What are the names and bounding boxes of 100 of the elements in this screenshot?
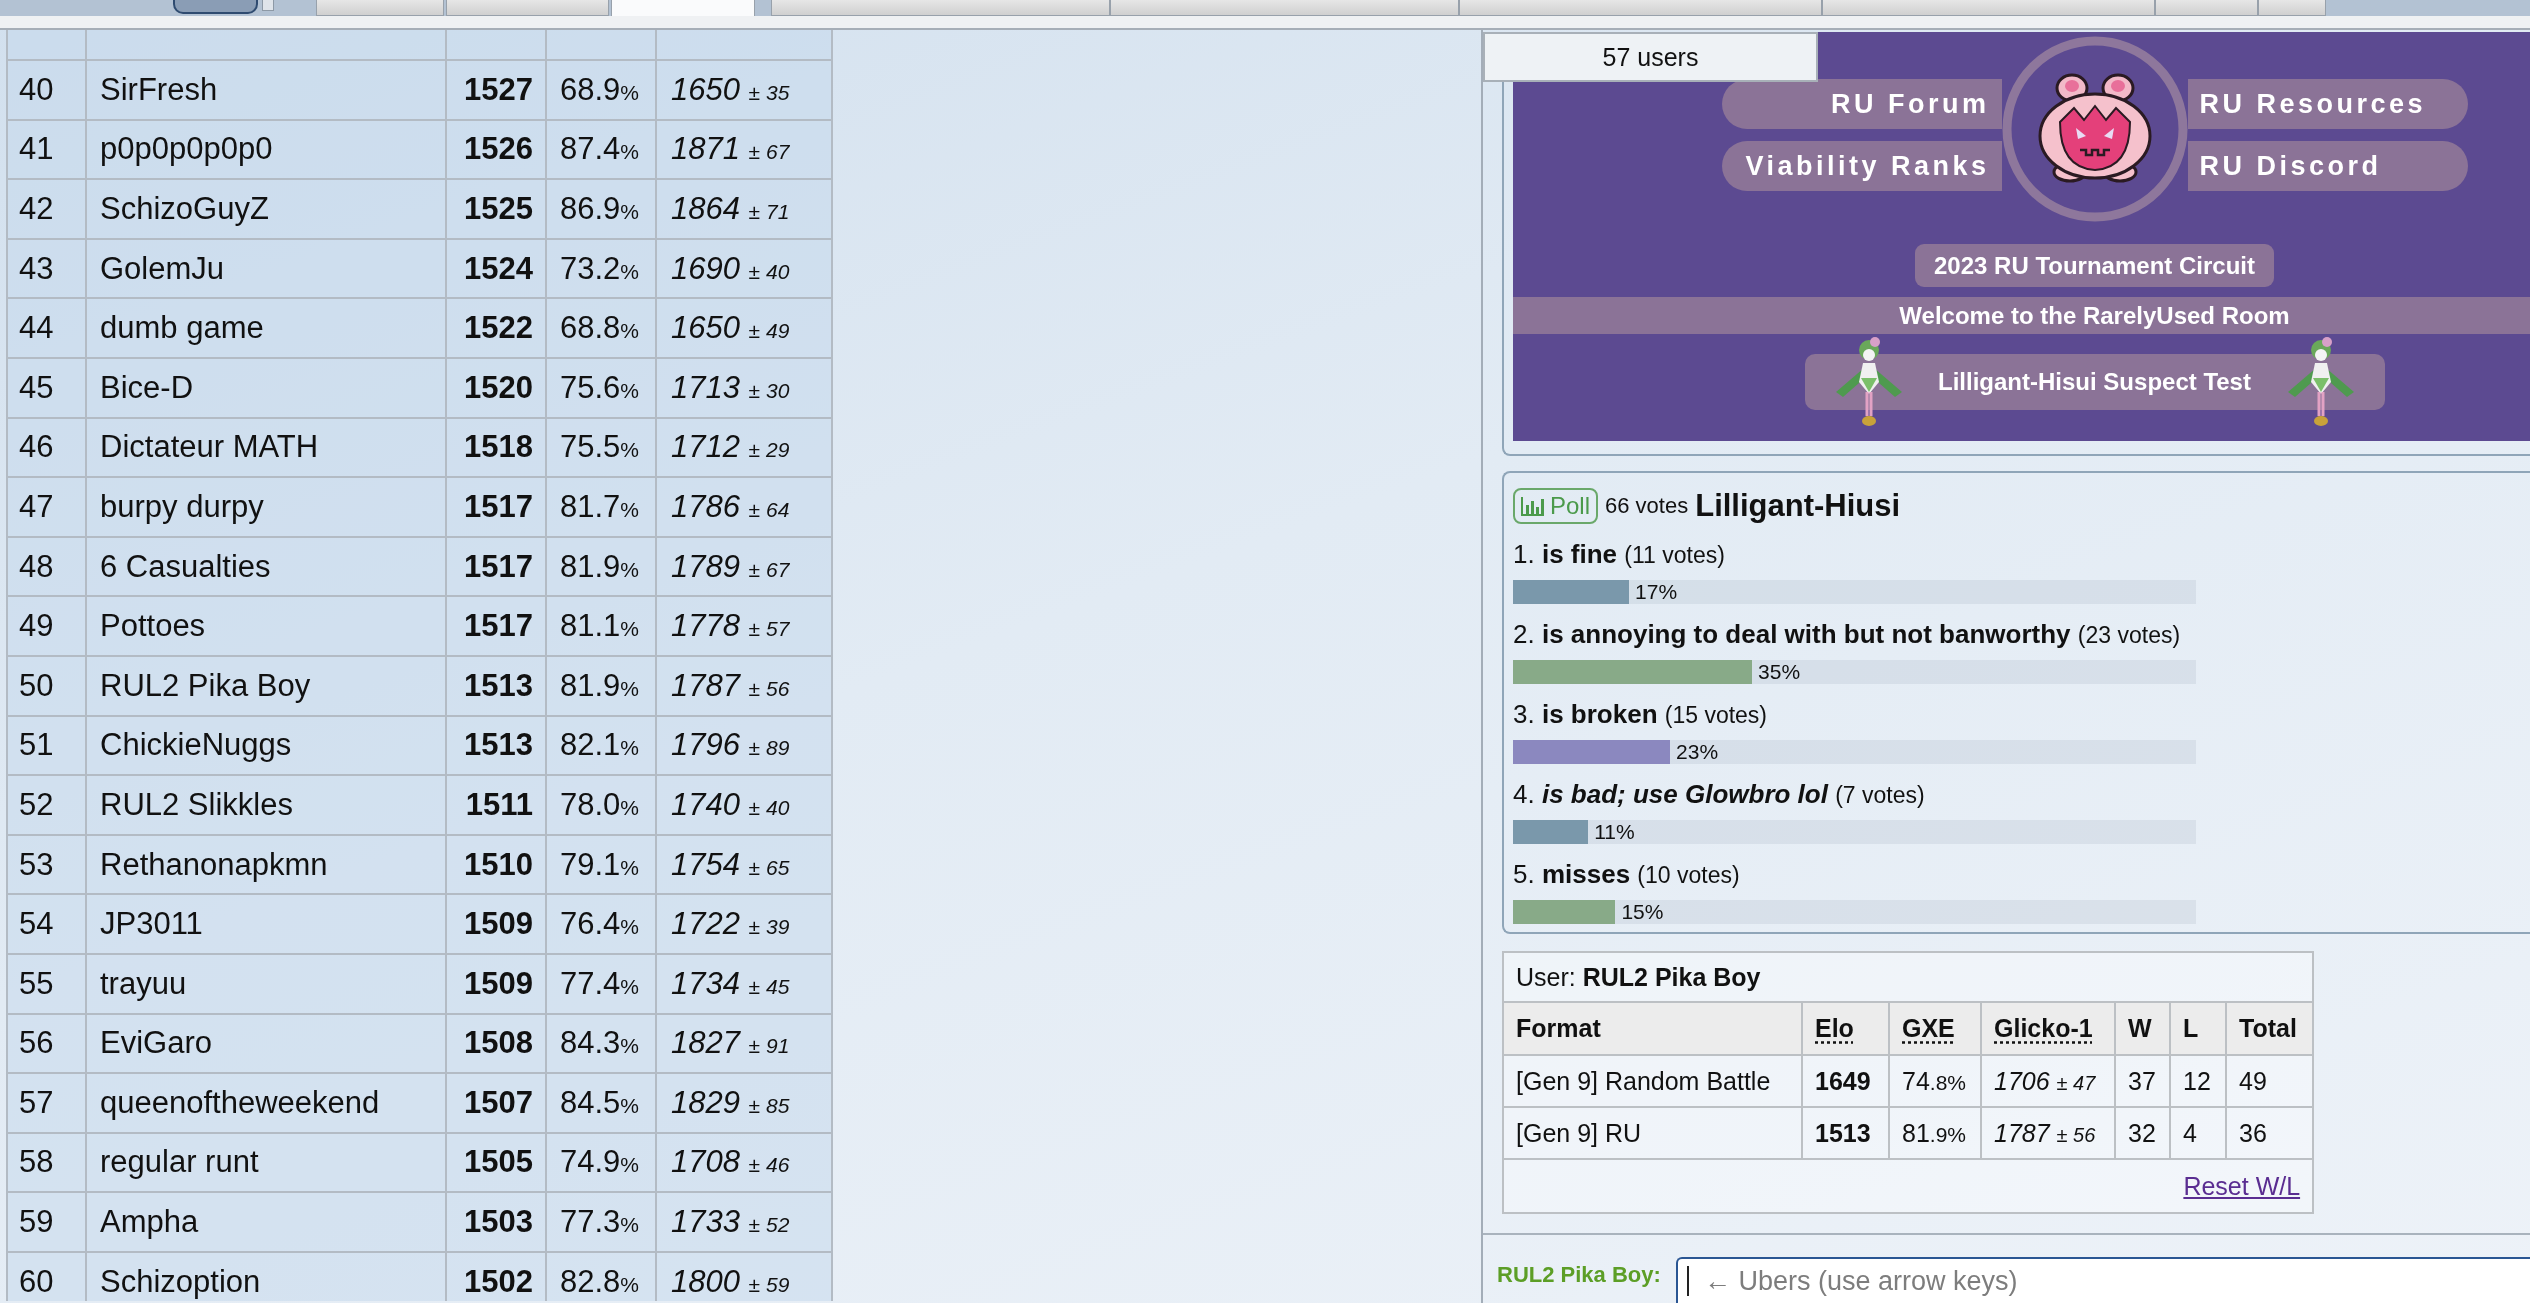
elo-rating: 1507 — [446, 1073, 546, 1133]
tab[interactable] — [316, 0, 444, 16]
glicko-rating: 1796 ± 89 — [656, 715, 832, 776]
gxe-percentage: 78.0% — [546, 775, 656, 835]
player-name: EviGaro — [86, 1013, 446, 1074]
wins-count: 37 — [2115, 1055, 2170, 1107]
chat-input[interactable]: ← Ubers (use arrow keys) — [1676, 1257, 2530, 1303]
glicko-rating: 1708 ± 46 — [656, 1132, 832, 1193]
elo-rating: 1649 — [1802, 1055, 1889, 1107]
gxe-percentage: 84.5% — [546, 1073, 656, 1133]
tab[interactable] — [1822, 0, 2155, 16]
glicko-rating: 1789 ± 67 — [656, 536, 832, 597]
rank-number: 55 — [7, 953, 86, 1014]
username-label: RUL2 Pika Boy: — [1497, 1262, 1662, 1288]
room-link[interactable]: RU Discord — [2187, 141, 2468, 191]
elo-rating: 1524 — [446, 238, 546, 299]
glicko-rating: 1871 ± 67 — [656, 119, 832, 180]
player-name: GolemJu — [86, 238, 446, 299]
elo-rating: 1509 — [446, 894, 546, 954]
player-name: dumb game — [86, 298, 446, 358]
result-percent: 23% — [1676, 740, 1719, 764]
small-square-button[interactable] — [262, 0, 274, 11]
gxe-percentage: 74.8% — [1889, 1055, 1981, 1107]
elo-rating: 1513 — [446, 655, 546, 716]
gxe-percentage: 84.3% — [546, 1013, 656, 1074]
glicko-rating: 1722 ± 39 — [656, 894, 832, 954]
glicko-rating: 1690 ± 40 — [656, 238, 832, 299]
room-link[interactable]: Viability Ranks — [1721, 141, 2002, 191]
elo-rating: 1508 — [446, 1013, 546, 1074]
player-name: SirFresh — [86, 60, 446, 120]
tab[interactable] — [446, 0, 609, 16]
rank-number: 42 — [7, 179, 86, 239]
elo-rating: 1525 — [446, 179, 546, 239]
format-name: [Gen 9] Random Battle — [1503, 1055, 1802, 1107]
gxe-percentage: 68.8% — [546, 298, 656, 358]
gxe-percentage: 75.5% — [546, 417, 656, 478]
reset-link[interactable]: Reset W/L — [2183, 1171, 2301, 1200]
rank-number: 40 — [7, 60, 86, 120]
elo-rating: 1522 — [446, 298, 546, 358]
elo-rating: 1527 — [446, 60, 546, 120]
player-name: 6 Casualties — [86, 536, 446, 597]
tab[interactable] — [2155, 0, 2258, 16]
elo-rating: 1517 — [446, 536, 546, 597]
tab[interactable] — [1110, 0, 1459, 16]
header-button[interactable] — [173, 0, 258, 14]
vote-count: 66 votes — [1605, 493, 1689, 519]
gxe-percentage: 77.3% — [546, 1192, 656, 1252]
poll-option: 1. is fine (11 votes) — [1513, 539, 1725, 570]
tab[interactable] — [1459, 0, 1822, 16]
glicko-rating: 1778 ± 57 — [656, 596, 832, 656]
gxe-percentage: 73.2% — [546, 238, 656, 299]
tab[interactable] — [2258, 0, 2326, 16]
column-header: Elo — [1802, 1002, 1889, 1055]
player-name: regular runt — [86, 1132, 446, 1193]
rank-number: 41 — [7, 119, 86, 180]
room-link[interactable]: RU Resources — [2187, 79, 2468, 129]
result-percent: 15% — [1621, 900, 1664, 924]
player-name: p0p0p0p0p0 — [86, 119, 446, 180]
column-header: L — [2170, 1002, 2226, 1055]
rank-number: 48 — [7, 536, 86, 597]
suspect-test-link[interactable]: Lilligant-Hisui Suspect Test — [1804, 336, 2385, 427]
welcome-banner: Welcome to the RarelyUsed Room — [1513, 297, 2530, 334]
result-percent: 11% — [1594, 820, 1635, 844]
elo-rating: 1513 — [446, 715, 546, 776]
rank-number: 51 — [7, 715, 86, 776]
elo-rating: 1513 — [1802, 1107, 1889, 1159]
poll-option: 3. is broken (15 votes) — [1513, 699, 1767, 730]
column-header: Glicko-1 — [1981, 1002, 2115, 1055]
player-name: trayuu — [86, 953, 446, 1014]
elo-rating: 1511 — [446, 775, 546, 835]
glicko-rating: 1787 ± 56 — [1981, 1107, 2115, 1159]
elo-rating: 1517 — [446, 596, 546, 656]
room-link[interactable]: RU Forum — [1721, 79, 2002, 129]
player-name: SchizoGuyZ — [86, 179, 446, 239]
player-name: Bice-D — [86, 357, 446, 418]
glicko-rating: 1734 ± 45 — [656, 953, 832, 1014]
circuit-link[interactable]: 2023 RU Tournament Circuit — [1915, 244, 2274, 287]
tab[interactable] — [771, 0, 1110, 16]
player-name: RUL2 Pika Boy — [86, 655, 446, 716]
player-name: burpy durpy — [86, 477, 446, 537]
gxe-percentage: 81.9% — [546, 655, 656, 716]
rank-number: 54 — [7, 894, 86, 954]
player-name: ChickieNuggs — [86, 715, 446, 776]
user-count-button[interactable]: 57 users — [1483, 32, 1818, 82]
rank-number: 56 — [7, 1013, 86, 1074]
player-name: RUL2 Slikkles — [86, 775, 446, 835]
poll-title: Lilligant-Hiusi — [1695, 488, 1901, 524]
gxe-percentage: 86.9% — [546, 179, 656, 239]
rank-number: 50 — [7, 655, 86, 716]
bar-chart-icon — [1521, 496, 1545, 516]
rank-number: 43 — [7, 238, 86, 299]
gxe-percentage: 75.6% — [546, 357, 656, 418]
gxe-percentage: 68.9% — [546, 60, 656, 120]
gxe-percentage: 81.9% — [546, 536, 656, 597]
column-header: W — [2115, 1002, 2170, 1055]
gxe-percentage: 82.1% — [546, 715, 656, 776]
elo-rating: 1520 — [446, 357, 546, 418]
gxe-percentage: 81.9% — [1889, 1107, 1981, 1159]
rank-number: 57 — [7, 1073, 86, 1133]
glicko-rating: 1650 ± 35 — [656, 60, 832, 120]
